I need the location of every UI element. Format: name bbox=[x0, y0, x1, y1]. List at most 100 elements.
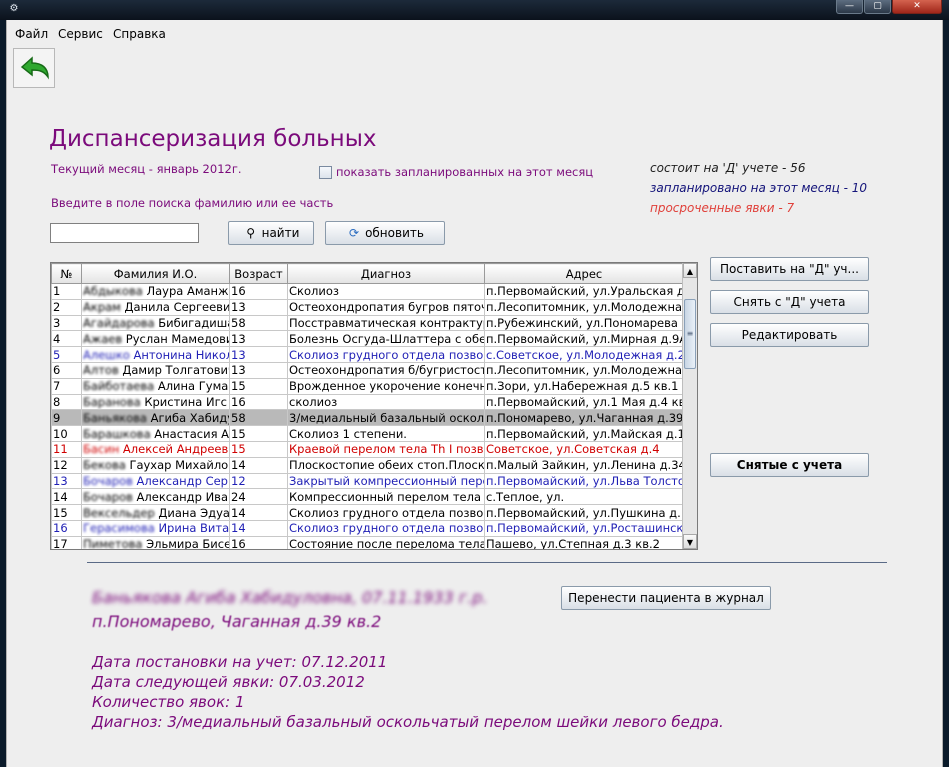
table-row[interactable]: 10Барашкова Анастасия Анд15Сколиоз 1 сте… bbox=[51, 425, 683, 442]
edit-button[interactable]: Редактировать bbox=[710, 323, 869, 347]
binoculars-icon: ⚲ bbox=[246, 226, 255, 240]
patient-name-dob: Баньякова Агиба Хабидуловна, 07.11.1933 … bbox=[92, 588, 488, 607]
cell-age: 14 bbox=[229, 456, 288, 474]
cell-number: 13 bbox=[51, 472, 82, 490]
table-row[interactable]: 1Абдыкова Лаура Аманжол16Сколиозп.Первом… bbox=[51, 283, 683, 300]
refresh-button[interactable]: ⟳ обновить bbox=[325, 221, 445, 245]
cell-diagnosis: Плоскостопие обеих стоп.Плоско- bbox=[287, 456, 485, 474]
show-planned-checkbox[interactable] bbox=[319, 166, 332, 179]
table-row[interactable]: 7 Байботаева Алина Гумар 15 Врожденное укор… bbox=[51, 377, 683, 395]
menu-service[interactable]: Сервис bbox=[58, 27, 103, 41]
cell-age: 14 bbox=[229, 504, 288, 521]
cell-age: 14 bbox=[229, 519, 288, 537]
menu-help[interactable]: Справка bbox=[113, 27, 166, 41]
cell-diagnosis: Болезнь Осгуда-Шлаттера с обеих bbox=[287, 330, 485, 348]
table-row[interactable]: 12 Бекова Гаухар Михайлов 14 Плоскостопие о… bbox=[51, 456, 683, 474]
search-input[interactable] bbox=[50, 223, 199, 243]
table-row[interactable]: 16 Герасимова Ирина Витал 14 Сколиоз грудно… bbox=[51, 519, 683, 537]
cell-address: с.Советское, ул.Молодежная д.24 bbox=[484, 346, 683, 363]
column-header-address[interactable]: Адрес bbox=[484, 263, 683, 284]
table-row[interactable]: 8 Баранова Кристина Игс 16 сколиоз п.Первома… bbox=[51, 393, 683, 411]
table-row[interactable]: 4 Ажаев Руслан Мамедович 13 Болезнь Осгуда-… bbox=[51, 330, 683, 348]
cell-age: 15 bbox=[229, 425, 288, 442]
find-button[interactable]: ⚲ найти bbox=[228, 221, 314, 245]
scroll-down-icon[interactable]: ▼ bbox=[683, 534, 697, 549]
cell-number: 16 bbox=[51, 519, 82, 537]
back-button[interactable] bbox=[13, 48, 55, 88]
register-button[interactable]: Поставить на "Д" уч... bbox=[710, 257, 869, 281]
cell-address: Советское, ул.Советская д.4 bbox=[484, 440, 683, 458]
cell-address: п.Первомайский, ул.Льва Толстого bbox=[484, 472, 683, 490]
cell-diagnosis: Сколиоз 1 степени. bbox=[287, 425, 485, 442]
table-row[interactable]: 17 Пиметова Эльмира Бисе 16 Состояние после… bbox=[51, 535, 683, 549]
cell-age: 13 bbox=[229, 330, 288, 348]
scroll-thumb[interactable]: ≡ bbox=[684, 299, 696, 369]
table-row[interactable]: 5Алешко Антонина Никола13Сколиоз грудног… bbox=[51, 346, 683, 363]
column-header-number[interactable]: № bbox=[51, 263, 82, 284]
cell-age: 58 bbox=[229, 314, 288, 332]
cell-number: 12 bbox=[51, 456, 82, 474]
cell-number: 1 bbox=[51, 283, 82, 300]
cell-name: Акрам Данила Сергеевич bbox=[81, 298, 230, 316]
table-row[interactable]: 15 Вексельдер Диана Эдуар 14 Сколиоз грудно… bbox=[51, 504, 683, 521]
table-row[interactable]: 3Агайдарова Бибигадиша К58Посстравматиче… bbox=[51, 314, 683, 332]
cell-diagnosis: Состояние после перелома тела L bbox=[287, 535, 485, 549]
column-header-diagnosis[interactable]: Диагноз bbox=[287, 263, 485, 284]
cell-diagnosis: Врожденное укорочение конечнос bbox=[287, 377, 485, 395]
table-row[interactable]: 13Бочаров Александр Серге12Закрытый комп… bbox=[51, 472, 683, 490]
cell-address: п.Зори, ул.Набережная д.5 кв.1 bbox=[484, 377, 683, 395]
cell-age: 16 bbox=[229, 283, 288, 300]
cell-diagnosis: Сколиоз bbox=[287, 283, 485, 300]
deregister-button[interactable]: Снять с "Д" учета bbox=[710, 290, 869, 314]
cell-address: п.Первомайский, ул.Росташинская bbox=[484, 519, 683, 537]
cell-number: 6 bbox=[51, 361, 82, 379]
stat-overdue: просроченные явки - 7 bbox=[650, 201, 795, 215]
cell-name: Агайдарова Бибигадиша К bbox=[81, 314, 230, 332]
cell-address: п.Первомайский, ул.Мирная д.9А к bbox=[484, 330, 683, 348]
cell-diagnosis: Закрытый компрессионный перел bbox=[287, 472, 485, 490]
cell-name: Баранова Кристина Игс bbox=[81, 393, 230, 411]
table-row[interactable]: 9Баньякова Агиба Хабидул583/медиальный б… bbox=[51, 409, 683, 427]
cell-name: Басин Алексей Андреевич bbox=[81, 440, 230, 458]
stat-planned: запланировано на этот месяц - 10 bbox=[650, 181, 868, 195]
green-back-arrow-icon bbox=[20, 56, 49, 80]
cell-address: п.Малый Зайкин, ул.Ленина д.34 кв bbox=[484, 456, 683, 474]
cell-name: Герасимова Ирина Витал bbox=[81, 519, 230, 537]
minimize-icon[interactable]: — bbox=[836, 0, 863, 14]
table-row[interactable]: 2 Акрам Данила Сергеевич 13 Остеохондропати… bbox=[51, 298, 683, 316]
scroll-up-icon[interactable]: ▲ bbox=[683, 263, 697, 278]
patients-table: № Фамилия И.О. Возраст Диагноз Адрес 1 Аб… bbox=[50, 262, 698, 550]
cell-name: Алтов Дамир Толгатович bbox=[81, 361, 230, 379]
cell-name: Пиметова Эльмира Бисе bbox=[81, 535, 230, 549]
table-row[interactable]: 14Бочаров Александр Ивано24Компрессионны… bbox=[51, 488, 683, 506]
table-row[interactable]: 11Басин Алексей Андреевич15Краевой перел… bbox=[51, 440, 683, 458]
table-row[interactable]: 6 Алтов Дамир Толгатович 13 Остеохондропати… bbox=[51, 361, 683, 379]
column-header-age[interactable]: Возраст bbox=[229, 263, 288, 284]
move-to-journal-button[interactable]: Перенести пациента в журнал bbox=[561, 586, 771, 610]
cell-address: п.Первомайский, ул.Майская д.10 bbox=[484, 425, 683, 442]
menu-file[interactable]: Файл bbox=[15, 27, 48, 41]
show-planned-label: показать запланированных на этот месяц bbox=[336, 165, 594, 179]
cell-age: 16 bbox=[229, 393, 288, 411]
cell-name: Барашкова Анастасия Анд bbox=[81, 425, 230, 442]
cell-address: п.Первомайский, ул.1 Мая д.4 кв.1 bbox=[484, 393, 683, 411]
cell-name: Вексельдер Диана Эдуар bbox=[81, 504, 230, 521]
cell-name: Баньякова Агиба Хабидул bbox=[81, 409, 230, 427]
cell-name: Бочаров Александр Серге bbox=[81, 472, 230, 490]
removed-patients-button[interactable]: Снятые с учета bbox=[710, 453, 869, 477]
cell-address: п.Лесопитомник, ул.Молодежная д bbox=[484, 361, 683, 379]
visit-count: Количество явок: 1 bbox=[92, 693, 245, 711]
table-scrollbar[interactable]: ▲ ≡ ▼ bbox=[682, 263, 697, 549]
column-header-name[interactable]: Фамилия И.О. bbox=[81, 263, 230, 284]
registration-date: Дата постановки на учет: 07.12.2011 bbox=[92, 653, 388, 671]
cell-age: 16 bbox=[229, 535, 288, 549]
cell-age: 15 bbox=[229, 377, 288, 395]
cell-age: 24 bbox=[229, 488, 288, 506]
cell-age: 12 bbox=[229, 472, 288, 490]
cell-name: Алешко Антонина Никола bbox=[81, 346, 230, 363]
close-icon[interactable]: ✕ bbox=[892, 0, 942, 14]
cell-diagnosis: 3/медиальный базальный оскольч bbox=[287, 409, 485, 427]
maximize-icon[interactable]: ▢ bbox=[864, 0, 891, 14]
cell-number: 15 bbox=[51, 504, 82, 521]
cell-address: Пашево, ул.Степная д.3 кв.2 bbox=[484, 535, 683, 549]
